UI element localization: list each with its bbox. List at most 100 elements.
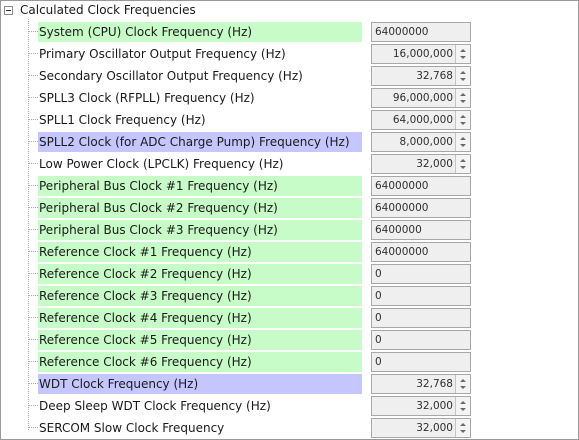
spin-up-arrow-icon[interactable] [460, 71, 466, 74]
property-label: SPLL1 Clock Frequency (Hz) [39, 113, 206, 127]
property-row: SPLL2 Clock (for ADC Charge Pump) Freque… [1, 131, 578, 153]
property-row: Low Power Clock (LPCLK) Frequency (Hz) 32… [1, 153, 578, 175]
property-row: Reference Clock #5 Frequency (Hz) 0 [1, 329, 578, 351]
spin-up-arrow-icon[interactable] [460, 115, 466, 118]
property-row: Peripheral Bus Clock #3 Frequency (Hz) 64… [1, 219, 578, 241]
property-row: Peripheral Bus Clock #2 Frequency (Hz) 64… [1, 197, 578, 219]
tree-branch-line [29, 339, 38, 340]
value-spinner-field[interactable]: 32,000 [371, 396, 471, 416]
tree-branch-line [29, 75, 38, 76]
property-value: 0 [375, 312, 382, 324]
value-spinner-field[interactable]: 32,000 [371, 154, 471, 174]
tree-branch-line [29, 273, 38, 274]
value-text-field[interactable]: 64000000 [371, 242, 471, 262]
section-title: Calculated Clock Frequencies [20, 3, 196, 17]
spin-up-arrow-icon[interactable] [460, 401, 466, 404]
property-row: Deep Sleep WDT Clock Frequency (Hz) 32,00… [1, 395, 578, 417]
property-row: SPLL3 Clock (RFPLL) Frequency (Hz) 96,000… [1, 87, 578, 109]
property-row: Primary Oscillator Output Frequency (Hz)… [1, 43, 578, 65]
value-spinner-field[interactable]: 64,000,000 [371, 110, 471, 130]
property-label: SPLL2 Clock (for ADC Charge Pump) Freque… [38, 132, 362, 152]
spinner-buttons[interactable] [455, 89, 470, 107]
property-label: Reference Clock #6 Frequency (Hz) [38, 352, 362, 372]
spinner-buttons[interactable] [455, 111, 470, 129]
property-label: Reference Clock #4 Frequency (Hz) [38, 308, 362, 328]
spin-down-arrow-icon[interactable] [460, 430, 466, 433]
spin-up-arrow-icon[interactable] [460, 159, 466, 162]
spinner-buttons[interactable] [455, 155, 470, 173]
property-value: 64000000 [375, 180, 429, 192]
spin-up-arrow-icon[interactable] [460, 137, 466, 140]
property-value: 96,000,000 [392, 92, 453, 104]
property-value: 32,768 [416, 70, 453, 82]
property-label: SERCOM Slow Clock Frequency [39, 421, 225, 435]
tree-branch-line [29, 229, 38, 230]
tree-branch-line [29, 53, 38, 54]
property-label: Reference Clock #1 Frequency (Hz) [38, 242, 362, 262]
value-text-field[interactable]: 0 [371, 352, 471, 372]
property-value: 64000000 [375, 202, 429, 214]
spinner-buttons[interactable] [455, 375, 470, 393]
spinner-buttons[interactable] [455, 419, 470, 437]
property-label: Reference Clock #3 Frequency (Hz) [38, 286, 362, 306]
spinner-buttons[interactable] [455, 45, 470, 63]
property-label: Peripheral Bus Clock #1 Frequency (Hz) [38, 176, 362, 196]
value-text-field[interactable]: 0 [371, 264, 471, 284]
property-value: 32,000 [416, 158, 453, 170]
value-spinner-field[interactable]: 32,000 [371, 418, 471, 438]
clock-frequencies-panel: Calculated Clock Frequencies System (CPU… [0, 0, 579, 440]
property-value: 0 [375, 334, 382, 346]
value-spinner-field[interactable]: 96,000,000 [371, 88, 471, 108]
property-label: WDT Clock Frequency (Hz) [38, 374, 362, 394]
value-spinner-field[interactable]: 32,768 [371, 374, 471, 394]
spinner-buttons[interactable] [455, 133, 470, 151]
tree-branch-line [29, 251, 38, 252]
property-value: 64000000 [375, 26, 429, 38]
spin-down-arrow-icon[interactable] [460, 100, 466, 103]
spin-up-arrow-icon[interactable] [460, 423, 466, 426]
property-row: Secondary Oscillator Output Frequency (H… [1, 65, 578, 87]
value-text-field[interactable]: 64000000 [371, 176, 471, 196]
collapse-minus-icon[interactable] [4, 6, 13, 15]
property-value: 64,000,000 [392, 114, 453, 126]
property-value: 0 [375, 356, 382, 368]
property-label: Peripheral Bus Clock #3 Frequency (Hz) [38, 220, 362, 240]
value-text-field[interactable]: 0 [371, 308, 471, 328]
value-text-field[interactable]: 6400000 [371, 220, 471, 240]
value-text-field[interactable]: 64000000 [371, 198, 471, 218]
property-row: SPLL1 Clock Frequency (Hz) 64,000,000 [1, 109, 578, 131]
spin-down-arrow-icon[interactable] [460, 122, 466, 125]
spin-down-arrow-icon[interactable] [460, 408, 466, 411]
spinner-buttons[interactable] [455, 67, 470, 85]
spin-up-arrow-icon[interactable] [460, 93, 466, 96]
tree-branch-line [29, 427, 38, 428]
property-label: System (CPU) Clock Frequency (Hz) [38, 22, 362, 42]
spin-down-arrow-icon[interactable] [460, 386, 466, 389]
tree-branch-line [29, 163, 38, 164]
tree-branch-line [29, 185, 38, 186]
spin-down-arrow-icon[interactable] [460, 78, 466, 81]
tree-branch-line [29, 119, 38, 120]
tree-branch-line [29, 141, 38, 142]
section-header[interactable]: Calculated Clock Frequencies [1, 1, 578, 21]
property-value: 64000000 [375, 246, 429, 258]
value-text-field[interactable]: 0 [371, 286, 471, 306]
property-row: Reference Clock #1 Frequency (Hz) 6400000… [1, 241, 578, 263]
spin-down-arrow-icon[interactable] [460, 56, 466, 59]
value-spinner-field[interactable]: 8,000,000 [371, 132, 471, 152]
spin-up-arrow-icon[interactable] [460, 379, 466, 382]
property-value: 32,000 [416, 422, 453, 434]
spin-up-arrow-icon[interactable] [460, 49, 466, 52]
tree-branch-line [29, 317, 38, 318]
spin-down-arrow-icon[interactable] [460, 144, 466, 147]
value-spinner-field[interactable]: 32,768 [371, 66, 471, 86]
property-value: 6400000 [375, 224, 422, 236]
value-text-field[interactable]: 64000000 [371, 22, 471, 42]
spinner-buttons[interactable] [455, 397, 470, 415]
property-row: Reference Clock #4 Frequency (Hz) 0 [1, 307, 578, 329]
property-row: Reference Clock #2 Frequency (Hz) 0 [1, 263, 578, 285]
value-text-field[interactable]: 0 [371, 330, 471, 350]
property-row: Reference Clock #6 Frequency (Hz) 0 [1, 351, 578, 373]
spin-down-arrow-icon[interactable] [460, 166, 466, 169]
value-spinner-field[interactable]: 16,000,000 [371, 44, 471, 64]
